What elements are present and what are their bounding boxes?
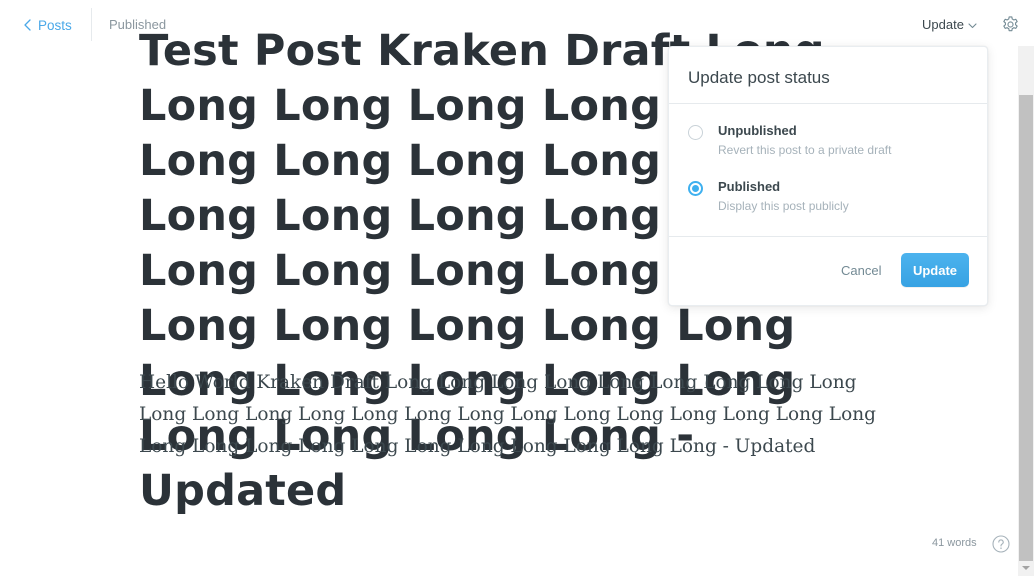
editor-topbar: Posts Published Update (0, 0, 1018, 50)
option-unpublished-description: Revert this post to a private draft (718, 143, 892, 157)
back-link-label: Posts (38, 17, 72, 33)
update-status-popover: Update post status Unpublished Revert th… (668, 46, 988, 306)
option-published-label: Published (718, 179, 781, 194)
scroll-down-arrow-icon[interactable] (1022, 566, 1030, 570)
word-count: 41 words (932, 537, 977, 549)
gear-icon (1003, 16, 1018, 32)
settings-button[interactable] (1001, 15, 1020, 34)
question-circle-icon (992, 535, 1010, 553)
popover-header: Update post status (669, 47, 987, 104)
topbar-divider (91, 8, 92, 41)
popover-title: Update post status (688, 68, 830, 87)
post-status-label: Published (109, 17, 167, 32)
option-unpublished-label: Unpublished (718, 123, 797, 138)
option-published-description: Display this post publicly (718, 199, 849, 213)
option-unpublished[interactable]: Unpublished Revert this post to a privat… (688, 123, 968, 163)
update-button[interactable]: Update (901, 253, 969, 287)
back-to-posts-link[interactable]: Posts (24, 15, 72, 35)
post-body[interactable]: Hello World Kraken Draft Long Long Long … (139, 367, 889, 463)
help-button[interactable] (992, 535, 1010, 553)
update-menu-label: Update (922, 17, 964, 32)
popover-divider (669, 236, 987, 237)
chevron-left-icon (24, 19, 31, 31)
option-published[interactable]: Published Display this post publicly (688, 179, 968, 219)
published-radio[interactable] (688, 181, 703, 196)
scrollbar-thumb[interactable] (1019, 95, 1033, 561)
unpublished-radio[interactable] (688, 125, 703, 140)
update-menu-trigger[interactable]: Update (922, 17, 977, 32)
chevron-down-icon (968, 22, 977, 28)
editor-page: Test Post Kraken Draft Long Long Long Lo… (0, 0, 1034, 576)
cancel-button[interactable]: Cancel (841, 263, 881, 278)
